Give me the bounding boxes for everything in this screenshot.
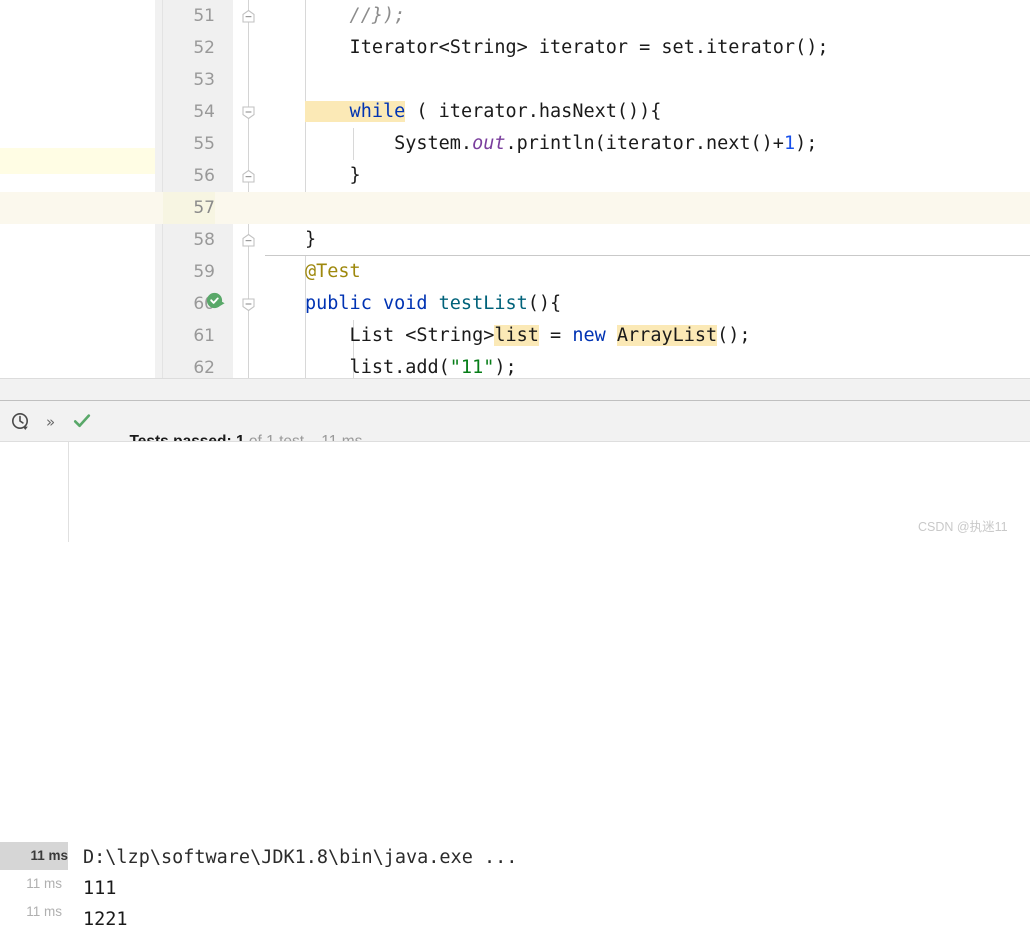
line-number[interactable]: 59 bbox=[163, 256, 215, 288]
code-token: 1 bbox=[783, 133, 796, 154]
ide-window: 51 //}); 52 Iterator<String> iterator = s… bbox=[0, 0, 1030, 930]
run-console-panel[interactable]: » Tests passed: 1 of 1 test – 11 ms 11 m… bbox=[0, 400, 1030, 930]
code-line-text[interactable]: public void testList(){ bbox=[305, 288, 561, 320]
code-token: Iterator<String> iterator = set.iterator… bbox=[305, 37, 829, 58]
code-line-row[interactable]: 54 while ( iterator.hasNext()){ bbox=[0, 96, 1030, 128]
line-number[interactable]: 56 bbox=[163, 160, 215, 192]
code-token: //}); bbox=[305, 5, 406, 26]
code-line-text[interactable]: } bbox=[305, 224, 316, 256]
code-line-text[interactable]: while ( iterator.hasNext()){ bbox=[305, 96, 661, 128]
fold-down-icon[interactable] bbox=[241, 297, 256, 312]
code-token: "11" bbox=[449, 357, 495, 378]
code-token: public void bbox=[305, 293, 439, 314]
clock-icon[interactable] bbox=[10, 411, 32, 433]
console-output-line[interactable]: 1221 bbox=[83, 905, 128, 935]
code-token: List <String> bbox=[305, 325, 495, 346]
timing-gutter bbox=[0, 442, 68, 542]
code-token: @Test bbox=[305, 261, 361, 282]
test-status-text: Tests passed: 1 of 1 test – 11 ms bbox=[95, 412, 362, 450]
code-token: while bbox=[305, 101, 406, 122]
editor-bottom-strip bbox=[0, 378, 1030, 400]
code-line-row[interactable]: 60 public void testList(){ bbox=[0, 288, 1030, 320]
editor-bottom-border bbox=[0, 378, 1030, 379]
fold-up-icon[interactable] bbox=[241, 169, 256, 184]
code-token: ); bbox=[795, 133, 818, 154]
run-test-icon[interactable] bbox=[205, 291, 227, 313]
expand-chevron-icon[interactable]: » bbox=[46, 413, 55, 431]
line-number[interactable]: 57 bbox=[163, 192, 215, 224]
code-token: ArrayList bbox=[616, 325, 718, 346]
code-token: ( iterator.hasNext()){ bbox=[405, 101, 662, 122]
code-token: } bbox=[305, 165, 361, 186]
line-number[interactable]: 51 bbox=[163, 0, 215, 32]
code-token: out bbox=[472, 133, 506, 154]
console-output-line[interactable]: 111 bbox=[83, 874, 116, 904]
code-token: (){ bbox=[527, 293, 562, 314]
code-line-text[interactable]: //}); bbox=[305, 0, 406, 32]
fold-up-icon[interactable] bbox=[241, 233, 256, 248]
code-line-row[interactable]: 53 bbox=[0, 64, 1030, 96]
code-token: list.add( bbox=[305, 357, 450, 378]
code-line-row[interactable]: 62 list.add("11"); bbox=[0, 352, 1030, 378]
timing-value[interactable]: 11 ms bbox=[0, 870, 62, 898]
code-line-row[interactable]: 51 //}); bbox=[0, 0, 1030, 32]
code-editor[interactable]: 51 //}); 52 Iterator<String> iterator = s… bbox=[0, 0, 1030, 378]
line-number[interactable]: 62 bbox=[163, 352, 215, 378]
timing-value[interactable]: 11 ms bbox=[0, 842, 68, 870]
line-number[interactable]: 53 bbox=[163, 64, 215, 96]
code-line-row[interactable]: 56 } bbox=[0, 160, 1030, 192]
code-line-row[interactable]: 52 Iterator<String> iterator = set.itera… bbox=[0, 32, 1030, 64]
code-token: System. bbox=[305, 133, 473, 154]
code-line-text[interactable]: list.add("11"); bbox=[305, 352, 517, 378]
line-number[interactable]: 58 bbox=[163, 224, 215, 256]
code-line-row[interactable]: 55 System.out.println(iterator.next()+1)… bbox=[0, 128, 1030, 160]
code-line-text[interactable]: Iterator<String> iterator = set.iterator… bbox=[305, 32, 829, 64]
console-output[interactable] bbox=[69, 442, 1030, 542]
code-line-text[interactable]: } bbox=[305, 160, 361, 192]
code-lines: 51 //}); 52 Iterator<String> iterator = s… bbox=[0, 0, 1030, 378]
console-toolbar[interactable]: » Tests passed: 1 of 1 test – 11 ms bbox=[0, 401, 1030, 450]
code-line-row[interactable]: 57 bbox=[0, 192, 1030, 224]
code-line-text[interactable]: System.out.println(iterator.next()+1); bbox=[305, 128, 817, 160]
code-line-text[interactable]: List <String>list = new ArrayList(); bbox=[305, 320, 751, 352]
code-token: ); bbox=[494, 357, 517, 378]
console-command-line[interactable]: D:\lzp\software\JDK1.8\bin\java.exe ... bbox=[83, 843, 517, 873]
code-line-row[interactable]: 58} bbox=[0, 224, 1030, 256]
code-line-text[interactable]: @Test bbox=[305, 256, 361, 288]
line-number[interactable]: 54 bbox=[163, 96, 215, 128]
fold-up-icon[interactable] bbox=[241, 9, 256, 24]
line-number[interactable]: 52 bbox=[163, 32, 215, 64]
code-token: list bbox=[494, 325, 539, 346]
code-token: (); bbox=[717, 325, 751, 346]
line-number[interactable]: 55 bbox=[163, 128, 215, 160]
watermark: CSDN @执迷11 bbox=[918, 520, 1008, 534]
code-token: .println(iterator.next()+ bbox=[505, 133, 784, 154]
check-icon bbox=[73, 412, 91, 430]
timing-value[interactable]: 11 ms bbox=[0, 898, 62, 926]
fold-down-icon[interactable] bbox=[241, 105, 256, 120]
code-token: } bbox=[305, 229, 317, 250]
code-token: testList bbox=[438, 293, 528, 314]
code-token: new bbox=[572, 325, 606, 346]
code-line-row[interactable]: 59 @Test bbox=[0, 256, 1030, 288]
code-token: = bbox=[538, 325, 573, 346]
line-number[interactable]: 61 bbox=[163, 320, 215, 352]
code-line-row[interactable]: 61 List <String>list = new ArrayList(); bbox=[0, 320, 1030, 352]
